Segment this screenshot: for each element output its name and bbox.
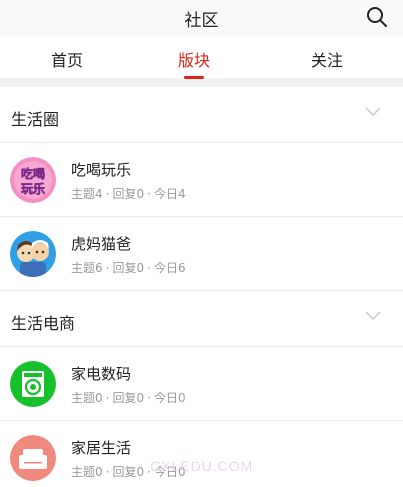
separator: · xyxy=(105,261,110,275)
board-list: 生活圈 吃喝 玩乐 吃喝玩乐 主题4 · 回复0 · 今日4 虎妈猫爸 主题6 … xyxy=(0,87,403,487)
section-header-life-ecommerce[interactable]: 生活电商 xyxy=(0,291,403,347)
food-fun-badge-icon: 吃喝 玩乐 xyxy=(10,157,56,203)
icon-text-bottom: 玩乐 xyxy=(21,181,45,196)
watermark: CXLEDU.COM xyxy=(150,458,254,474)
board-stats: 主题4 · 回复0 · 今日4 xyxy=(71,185,186,202)
board-stats: 主题0 · 回复0 · 今日0 xyxy=(71,389,186,406)
icon-text-top: 吃喝 xyxy=(21,166,45,181)
separator: · xyxy=(147,391,151,405)
nav-bar: 社区 xyxy=(0,0,403,36)
topic-count: 主题6 xyxy=(71,261,103,275)
chevron-down-icon[interactable] xyxy=(365,311,381,321)
today-count: 今日0 xyxy=(153,391,186,405)
separator: · xyxy=(105,391,110,405)
board-name: 虎妈猫爸 xyxy=(71,235,132,253)
reply-count: 回复0 xyxy=(112,261,145,275)
chevron-down-icon[interactable] xyxy=(365,107,381,117)
separator: · xyxy=(105,187,110,201)
search-icon[interactable] xyxy=(365,5,389,29)
topic-count: 主题4 xyxy=(71,187,103,201)
today-count: 今日6 xyxy=(153,261,186,275)
section-title: 生活圈 xyxy=(11,110,60,129)
tab-following[interactable]: 关注 xyxy=(260,47,394,71)
tab-home[interactable]: 首页 xyxy=(0,47,134,71)
separator: · xyxy=(147,261,151,275)
board-name: 吃喝玩乐 xyxy=(71,161,132,179)
separator: · xyxy=(147,187,151,201)
section-title: 生活电商 xyxy=(11,314,76,333)
tab-boards[interactable]: 版块 xyxy=(127,47,261,71)
active-tab-indicator xyxy=(184,76,204,79)
board-name: 家电数码 xyxy=(71,365,132,383)
section-header-life-circle[interactable]: 生活圈 xyxy=(0,87,403,143)
page-title: 社区 xyxy=(184,11,219,31)
separator: · xyxy=(105,465,110,479)
parents-cartoon-icon xyxy=(10,231,56,277)
washing-machine-icon xyxy=(10,361,56,407)
sofa-icon xyxy=(10,435,56,481)
board-stats: 主题6 · 回复0 · 今日6 xyxy=(71,259,186,276)
today-count: 今日4 xyxy=(153,187,186,201)
list-item[interactable]: 虎妈猫爸 主题6 · 回复0 · 今日6 xyxy=(0,217,403,291)
topic-count: 主题0 xyxy=(71,465,103,479)
list-item[interactable]: 家居生活 主题0 · 回复0 · 今日0 xyxy=(0,421,403,487)
topic-count: 主题0 xyxy=(71,391,103,405)
board-name: 家居生活 xyxy=(71,439,132,457)
list-item[interactable]: 家电数码 主题0 · 回复0 · 今日0 xyxy=(0,347,403,421)
tab-bar: 首页 版块 关注 xyxy=(0,36,403,79)
reply-count: 回复0 xyxy=(112,465,145,479)
list-item[interactable]: 吃喝 玩乐 吃喝玩乐 主题4 · 回复0 · 今日4 xyxy=(0,143,403,217)
reply-count: 回复0 xyxy=(112,391,145,405)
reply-count: 回复0 xyxy=(112,187,145,201)
